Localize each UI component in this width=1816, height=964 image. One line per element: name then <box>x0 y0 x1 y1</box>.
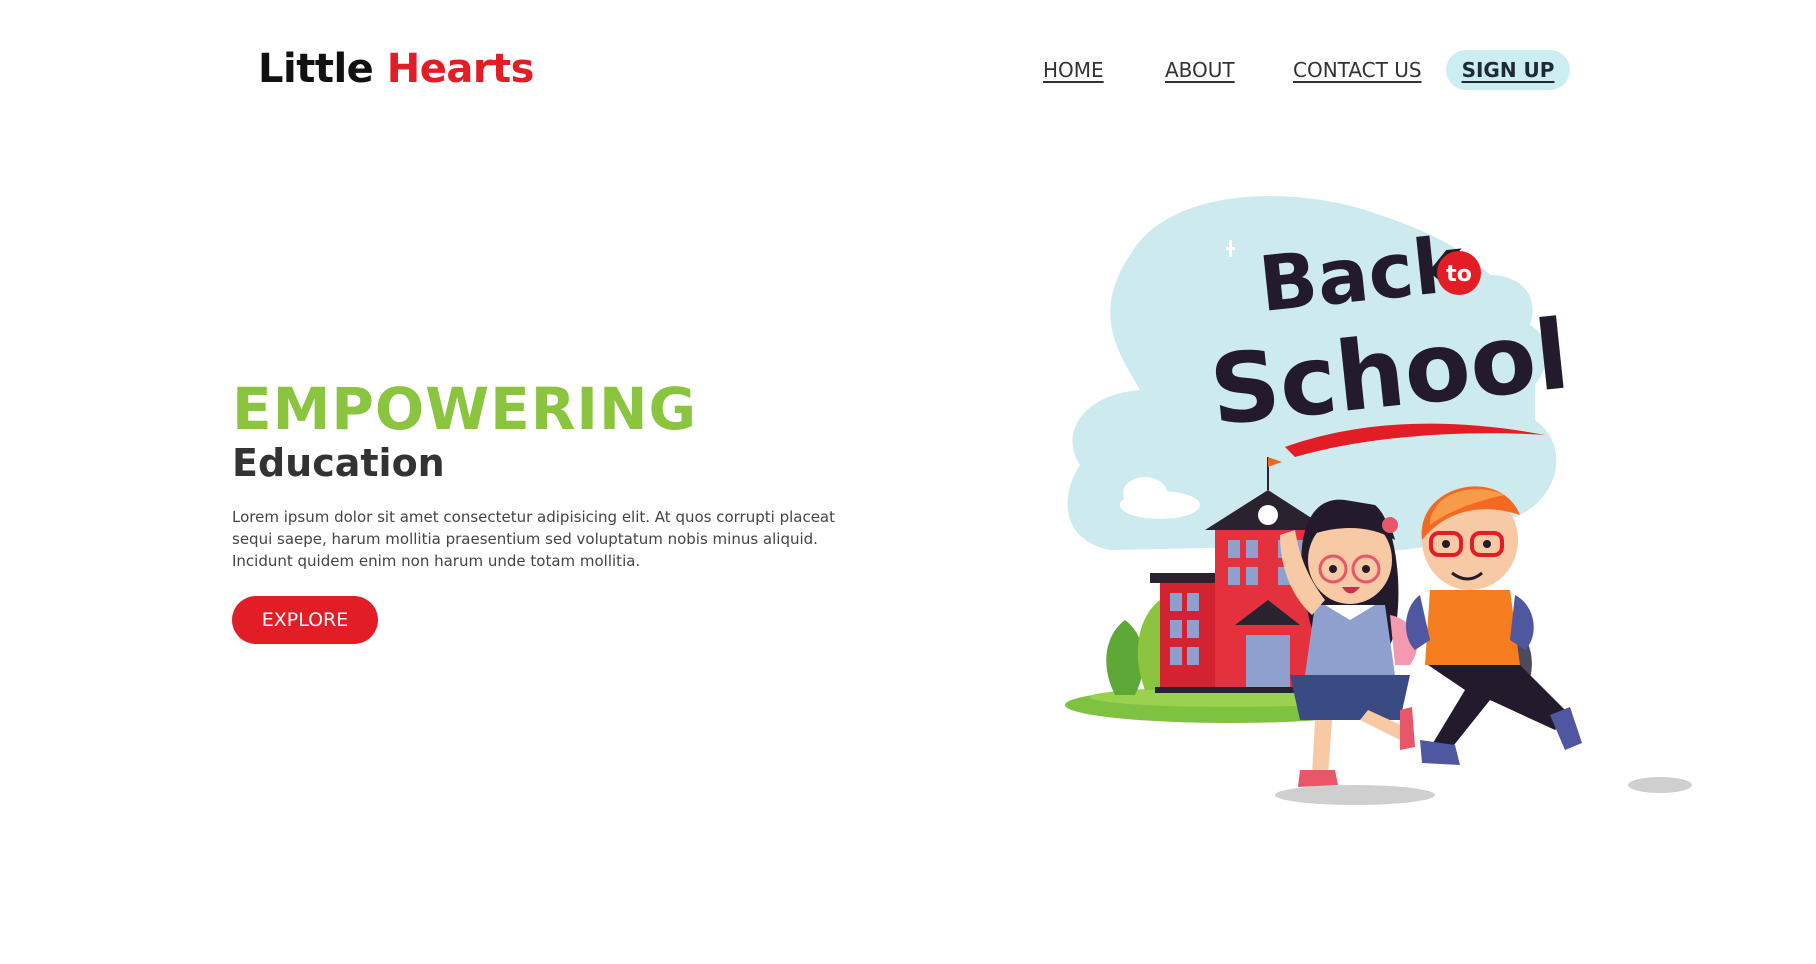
explore-button[interactable]: EXPLORE <box>232 596 378 644</box>
nav-about-link[interactable]: ABOUT <box>1165 50 1235 90</box>
hero-subtitle: Education <box>232 441 445 485</box>
nav-contact-link[interactable]: CONTACT US <box>1293 50 1422 90</box>
top-navbar: Little Hearts HOME ABOUT CONTACT US SIGN… <box>0 0 1816 140</box>
logo-text-part2: Hearts <box>386 46 535 92</box>
signup-button[interactable]: SIGN UP <box>1446 50 1570 90</box>
nav-home-link[interactable]: HOME <box>1043 50 1104 90</box>
back-to-school-illustration: Back to School <box>1065 195 1692 805</box>
hero-title: EMPOWERING <box>232 375 698 443</box>
boy-character <box>1405 486 1582 765</box>
logo-text-part1: Little <box>258 46 374 92</box>
character-shadow <box>1275 785 1435 805</box>
hero-text-block: EMPOWERING Education Lorem ipsum dolor s… <box>232 378 872 572</box>
hero-description: Lorem ipsum dolor sit amet consectetur a… <box>232 508 836 570</box>
site-logo[interactable]: Little Hearts <box>258 46 534 92</box>
illus-title-badge: to <box>1446 262 1472 287</box>
